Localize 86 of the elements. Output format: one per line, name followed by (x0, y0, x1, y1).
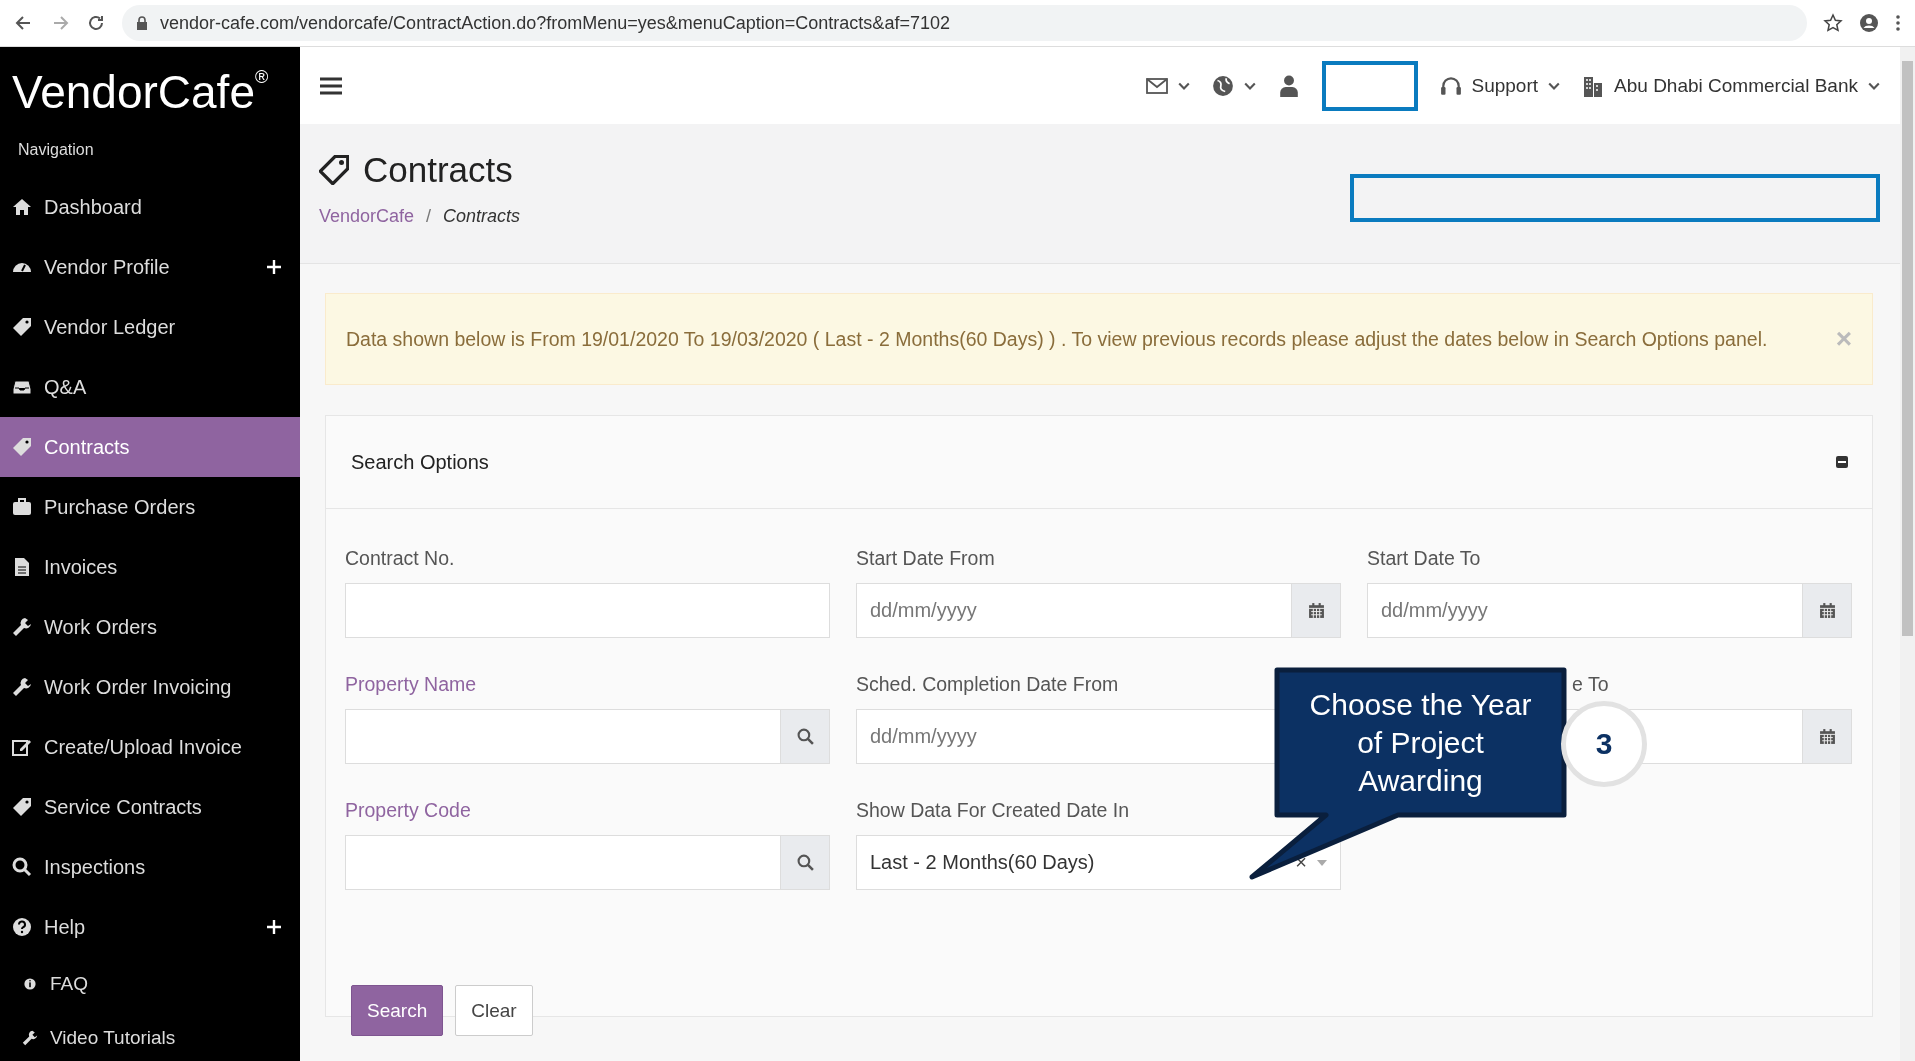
case-icon (12, 497, 32, 517)
wrench-icon (12, 617, 32, 637)
sidebar-item[interactable]: Help (0, 897, 300, 957)
sidebar-item[interactable]: Dashboard (0, 177, 300, 237)
calendar-icon (1307, 602, 1325, 619)
caret-icon (1548, 81, 1561, 90)
help-icon (12, 917, 32, 937)
sidebar-item[interactable]: Work Orders (0, 597, 300, 657)
sidebar-item[interactable]: Purchase Orders (0, 477, 300, 537)
account-icon[interactable] (1859, 13, 1879, 33)
sidebar-item[interactable]: Vendor Profile (0, 237, 300, 297)
globe-dropdown[interactable] (1211, 74, 1256, 97)
info-icon (22, 976, 38, 992)
breadcrumb-separator: / (426, 206, 432, 227)
sidebar-item[interactable]: Invoices (0, 537, 300, 597)
sidebar-item[interactable]: Service Contracts (0, 777, 300, 837)
text-field[interactable] (345, 583, 830, 638)
lookup-field[interactable] (345, 709, 781, 764)
breadcrumb-current: Contracts (443, 206, 521, 227)
field-label: Show Data For Created Date In (856, 799, 1131, 823)
user-icon[interactable] (1277, 74, 1300, 97)
tag-icon (319, 155, 349, 185)
support-dropdown[interactable]: Support (1439, 74, 1561, 97)
sidebar-item[interactable]: FAQ (0, 957, 300, 1011)
calendar-icon (1818, 602, 1836, 619)
headset-icon (1439, 74, 1462, 97)
date-field[interactable]: dd/mm/yyyy (1367, 583, 1803, 638)
caret-icon (1868, 81, 1880, 90)
sidebar-item[interactable]: Inspections (0, 837, 300, 897)
search-button[interactable] (781, 709, 830, 764)
field-label: Sched. Completion Date From (856, 673, 1120, 697)
logo[interactable]: VendorCafe$^{®}$ (0, 47, 300, 127)
alert-text: Data shown below is From 19/01/2020 To 19/03/2020 ( Last - 2 Months(60 Days) ) . To view previous records please adjust the dates below in Search Options panel. (346, 327, 1769, 351)
panel-title: Search Options (351, 450, 489, 474)
edit-icon (12, 737, 32, 757)
plus-icon[interactable] (266, 919, 282, 935)
star-icon[interactable] (1823, 13, 1843, 33)
collapse-icon[interactable] (1836, 456, 1848, 468)
tag-icon (12, 437, 32, 457)
building-icon (1582, 74, 1605, 97)
file-icon (12, 557, 32, 577)
sidebar-item[interactable]: Q&A (0, 357, 300, 417)
address-bar[interactable]: vendor-cafe.com/vendorcafe/ContractAction.do?fromMenu=yes&menuCaption=Contracts&af=7102 (122, 5, 1807, 41)
calendar-button[interactable] (1803, 709, 1852, 764)
home-icon (12, 197, 32, 217)
calendar-button[interactable] (1292, 583, 1341, 638)
breadcrumb-link[interactable]: VendorCafe (319, 206, 415, 227)
search-icon (796, 854, 814, 871)
search-button[interactable] (781, 835, 830, 890)
lock-icon (136, 16, 148, 30)
search-icon (12, 857, 32, 877)
sidebar-item[interactable]: Work Order Invoicing (0, 657, 300, 717)
more-icon[interactable] (1895, 13, 1901, 33)
sidebar-item[interactable]: Contracts (0, 417, 300, 477)
organization-dropdown[interactable]: Abu Dhabi Commercial Bank (1582, 74, 1880, 97)
clear-button[interactable]: Clear (455, 985, 533, 1036)
url-text: vendor-cafe.com/vendorcafe/ContractAction.do?fromMenu=yes&menuCaption=Contracts&af=7102 (160, 12, 950, 34)
dropdown-arrow-icon (1317, 859, 1327, 866)
reload-icon[interactable] (86, 13, 106, 33)
tag-icon (12, 317, 32, 337)
callout-text: Choose the Year of Project Awarding (1308, 686, 1533, 799)
search-button[interactable]: Search (351, 985, 444, 1036)
calendar-icon (1818, 728, 1836, 745)
date-field[interactable]: dd/mm/yyyy (856, 583, 1292, 638)
menu-icon[interactable] (320, 76, 342, 95)
caret-icon (1243, 81, 1256, 90)
sidebar-item[interactable]: Vendor Ledger (0, 297, 300, 357)
scrollbar[interactable] (1900, 47, 1915, 1061)
field-label: Contract No. (345, 547, 456, 571)
nav-heading: Navigation (17, 140, 95, 160)
sidebar-item[interactable]: Create/Upload Invoice (0, 717, 300, 777)
plus-icon[interactable] (266, 259, 282, 275)
search-icon (796, 728, 814, 745)
caret-icon (1177, 81, 1190, 90)
tag-icon (12, 797, 32, 817)
field-label: Property Name (345, 673, 478, 697)
field-label: e To (1571, 673, 1610, 697)
sidebar-item[interactable]: Video Tutorials (0, 1011, 300, 1061)
field-label: Start Date To (1367, 547, 1482, 571)
lookup-field[interactable] (345, 835, 781, 890)
wrench-icon (12, 677, 32, 697)
field-label: Start Date From (856, 547, 996, 571)
wrench-icon (22, 1030, 38, 1046)
calendar-button[interactable] (1803, 583, 1852, 638)
field-label: Property Code (345, 799, 472, 823)
page-title: Contracts (363, 150, 513, 190)
